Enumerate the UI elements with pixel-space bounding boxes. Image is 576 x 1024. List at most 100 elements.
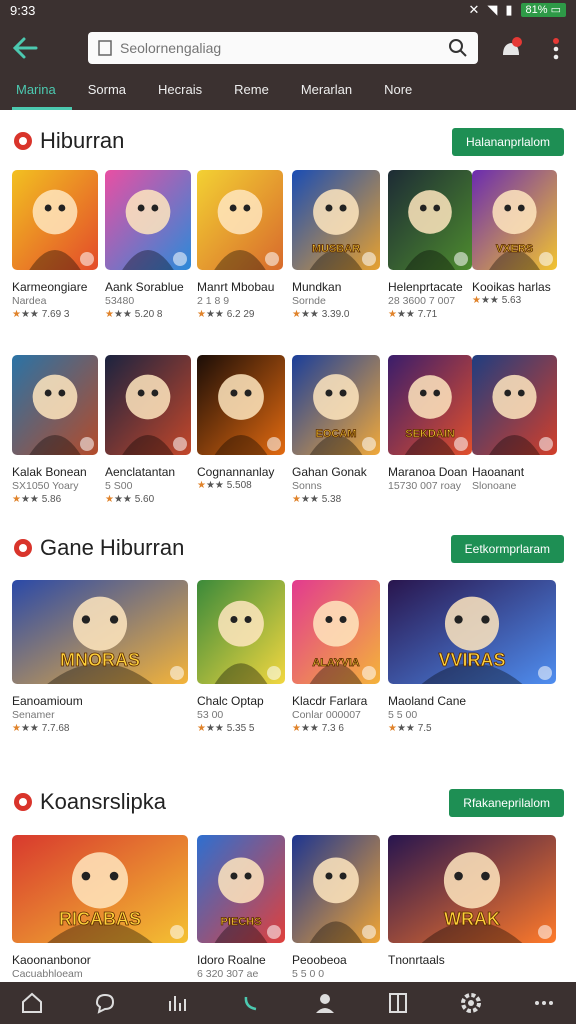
settings-icon[interactable] — [457, 989, 485, 1017]
thumbnail-badge-icon — [267, 925, 281, 939]
search-bar[interactable] — [88, 32, 478, 64]
game-card[interactable]: Helenprtacate 28 3600 7 007 ★★★ 7.71 — [388, 170, 472, 322]
card-title: Haoanant — [472, 465, 525, 479]
game-card[interactable]: Haoanant Slonoane — [472, 355, 557, 493]
game-card[interactable]: Aank Sorablue 53480 ★★★ 5.20 8 — [105, 170, 191, 322]
tab-sorma[interactable]: Sorma — [72, 74, 142, 110]
game-thumbnail[interactable]: WRAK — [388, 835, 556, 943]
game-thumbnail[interactable] — [12, 170, 98, 270]
game-card[interactable]: ALAYVIA Klacdr Farlara Conlar 000007 ★★★… — [292, 580, 380, 736]
section-action-button[interactable]: Rfakaneprilalom — [449, 789, 564, 817]
section-action-button[interactable]: Halananprlalom — [451, 128, 564, 156]
search-input[interactable] — [120, 40, 440, 56]
flower-logo-icon — [14, 539, 32, 557]
card-rating: ★★★ 7.69 3 — [12, 309, 70, 320]
tab-marina[interactable]: Marina — [0, 74, 72, 110]
game-thumbnail[interactable]: MUSBAR — [292, 170, 380, 270]
game-thumbnail[interactable]: ALAYVIA — [292, 580, 380, 684]
game-card[interactable]: Karmeongiare Nardea ★★★ 7.69 3 — [12, 170, 98, 322]
profile-icon[interactable] — [311, 989, 339, 1017]
game-thumbnail[interactable] — [197, 580, 285, 684]
section-title-text: Koansrslipka — [40, 789, 166, 814]
card-subtitle: 2 1 8 9 — [197, 295, 230, 307]
game-thumbnail[interactable] — [472, 355, 557, 455]
game-thumbnail[interactable]: SEKDAIN — [388, 355, 472, 455]
card-title: Kooikas harlas — [472, 280, 551, 294]
game-card[interactable]: WRAK Tnonrtaals — [388, 835, 556, 967]
phone-icon[interactable] — [237, 989, 265, 1017]
game-thumbnail[interactable] — [105, 355, 191, 455]
library-icon[interactable] — [384, 989, 412, 1017]
thumbnail-title: MUSBAR — [312, 243, 360, 255]
game-thumbnail[interactable] — [105, 170, 191, 270]
section-title-text: Gane Hiburran — [40, 535, 185, 560]
card-rating: ★★★ 7.71 — [388, 309, 438, 320]
game-card[interactable]: MUSBAR Mundkan Sornde ★★★ 3.39.0 — [292, 170, 380, 322]
card-title: Kalak Bonean — [12, 465, 87, 479]
more-horizontal-icon[interactable] — [530, 989, 558, 1017]
thumbnail-title: WRAK — [444, 909, 500, 929]
home-icon[interactable] — [18, 989, 46, 1017]
card-title: Mundkan — [292, 280, 342, 294]
thumbnail-badge-icon — [362, 925, 376, 939]
section-title-text: Hiburran — [40, 128, 125, 153]
game-card[interactable]: RICABAS Kaoonanbonor Cacuabhloeam — [12, 835, 188, 981]
game-card[interactable]: Manrt Mbobau 2 1 8 9 ★★★ 6.2 29 — [197, 170, 283, 322]
card-title: Tnonrtaals — [388, 953, 445, 967]
tab-reme[interactable]: Reme — [218, 74, 285, 110]
game-card[interactable]: Peoobeoa 5 5 0 0 — [292, 835, 380, 981]
thumbnail-badge-icon — [80, 437, 94, 451]
thumbnail-title: ALAYVIA — [312, 657, 359, 669]
tab-nore[interactable]: Nore — [368, 74, 428, 110]
game-card[interactable]: Cognannanlay ★★★ 5.508 — [197, 355, 285, 493]
tab-hecrais[interactable]: Hecrais — [142, 74, 218, 110]
card-title: Maranoa Doan — [388, 465, 468, 479]
game-card[interactable]: VVIRAS Maoland Cane 5 5 00 ★★★ 7.5 — [388, 580, 556, 736]
card-title: Idoro Roalne — [197, 953, 266, 967]
thumbnail-badge-icon — [539, 252, 553, 266]
section-action-button[interactable]: Eetkormprlaram — [450, 535, 564, 563]
thumbnail-badge-icon — [170, 666, 184, 680]
game-thumbnail[interactable]: EOCAM — [292, 355, 380, 455]
stats-icon[interactable] — [164, 989, 192, 1017]
card-subtitle: 15730 007 roay — [388, 480, 461, 492]
game-card[interactable]: Chalc Optap 53 00 ★★★ 5.35 5 — [197, 580, 285, 736]
card-subtitle: 5 5 0 0 — [292, 968, 325, 980]
game-thumbnail[interactable] — [197, 170, 283, 270]
more-vertical-icon[interactable] — [546, 36, 566, 62]
card-subtitle: 53480 — [105, 295, 135, 307]
card-title: Kaoonanbonor — [12, 953, 91, 967]
game-card[interactable]: SEKDAIN Maranoa Doan 15730 007 roay — [388, 355, 472, 493]
game-card[interactable]: PIECHS Idoro Roalne 6 320 307 ae — [197, 835, 285, 981]
game-thumbnail[interactable]: VXERS — [472, 170, 557, 270]
game-card[interactable]: EOCAM Gahan Gonak Sonns ★★★ 5.38 — [292, 355, 380, 507]
game-card[interactable]: Kalak Bonean SX1050 Yoary ★★★ 5.86 — [12, 355, 98, 507]
thumbnail-badge-icon — [267, 437, 281, 451]
game-card[interactable]: Aenclatantan 5 S00 ★★★ 5.60 — [105, 355, 191, 507]
chat-icon[interactable] — [91, 989, 119, 1017]
battery-indicator: 81% ▭ — [520, 3, 566, 17]
game-thumbnail[interactable] — [12, 355, 98, 455]
card-title: Chalc Optap — [197, 694, 264, 708]
thumbnail-badge-icon — [170, 925, 184, 939]
notification-bell-icon[interactable] — [498, 36, 524, 62]
bottom-nav — [0, 982, 576, 1024]
card-subtitle: 6 320 307 ae — [197, 968, 259, 980]
game-thumbnail[interactable] — [388, 170, 472, 270]
search-icon[interactable] — [448, 38, 468, 58]
game-card[interactable]: VXERS Kooikas harlas ★★★ 5.63 — [472, 170, 557, 308]
game-thumbnail[interactable] — [197, 355, 285, 455]
card-rating: ★★★ 5.38 — [292, 494, 342, 505]
card-title: Klacdr Farlara — [292, 694, 368, 708]
game-thumbnail[interactable]: MNORAS — [12, 580, 188, 684]
card-rating: ★★★ 5.35 5 — [197, 723, 255, 734]
game-thumbnail[interactable]: RICABAS — [12, 835, 188, 943]
game-thumbnail[interactable]: VVIRAS — [388, 580, 556, 684]
game-thumbnail[interactable]: PIECHS — [197, 835, 285, 943]
game-card[interactable]: MNORAS Eanoamioum Senamer ★★★ 7.7.68 — [12, 580, 188, 736]
game-thumbnail[interactable] — [292, 835, 380, 943]
back-arrow-icon[interactable] — [10, 34, 40, 62]
tab-merarlan[interactable]: Merarlan — [285, 74, 368, 110]
signal-icon: ▮ — [505, 2, 513, 17]
card-subtitle: Conlar 000007 — [292, 709, 361, 721]
